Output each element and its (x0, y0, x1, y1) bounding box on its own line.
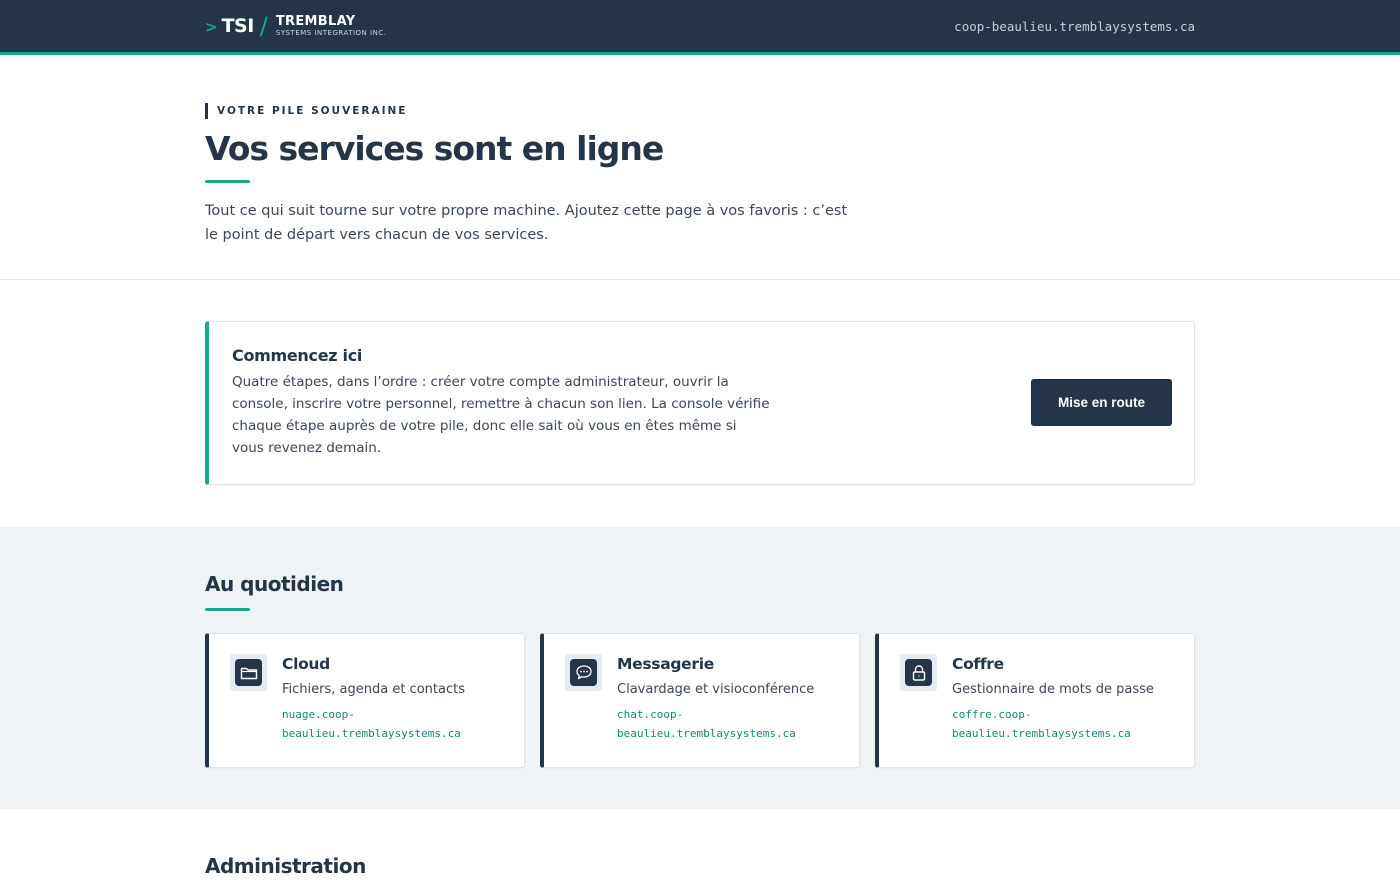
lock-icon (900, 654, 937, 691)
administration-section-title: Administration (205, 854, 366, 878)
title-accent-rule (205, 180, 250, 183)
service-card-title: Cloud (282, 655, 330, 673)
service-card-url[interactable]: coffre.coop-beaulieu.tremblaysystems.ca (952, 705, 1152, 743)
host-name: coop-beaulieu.tremblaysystems.ca (954, 18, 1195, 34)
daily-services-section: Au quotidien Cloud Fichiers, agenda et c… (0, 527, 1400, 809)
brand-short-name: TSI (221, 15, 255, 37)
service-card-title: Coffre (952, 655, 1004, 673)
eyebrow-label: VOTRE PILE SOUVERAINE (205, 103, 1195, 119)
start-here-text: Quatre étapes, dans l’ordre : créer votr… (232, 374, 770, 456)
service-card-description: Gestionnaire de mots de passe (952, 682, 1154, 697)
folder-icon (230, 654, 267, 691)
administration-section: Administration (0, 809, 1400, 880)
daily-accent-rule (205, 608, 250, 611)
start-section: Commencez ici Quatre étapes, dans l’ordr… (0, 280, 1400, 527)
daily-section-title: Au quotidien (205, 572, 344, 596)
service-card-url[interactable]: chat.coop-beaulieu.tremblaysystems.ca (617, 705, 817, 743)
service-card-description: Fichiers, agenda et contacts (282, 682, 465, 697)
service-card-title: Messagerie (617, 655, 714, 673)
hero-intro-text: Tout ce qui suit tourne sur votre propre… (205, 203, 848, 243)
get-started-button[interactable]: Mise en route (1031, 379, 1172, 426)
start-here-card: Commencez ici Quatre étapes, dans l’ordr… (205, 321, 1195, 485)
brand-chevron-icon: > (205, 17, 218, 36)
service-card-coffre[interactable]: Coffre Gestionnaire de mots de passe cof… (875, 633, 1195, 768)
brand-slash: / (259, 12, 268, 40)
hero-section: VOTRE PILE SOUVERAINE Vos services sont … (0, 55, 1400, 280)
brand-subtitle: SYSTEMS INTEGRATION INC. (275, 29, 387, 37)
top-bar: > TSI / TREMBLAY SYSTEMS INTEGRATION INC… (0, 0, 1400, 55)
brand-logo[interactable]: > TSI / TREMBLAY SYSTEMS INTEGRATION INC… (205, 12, 386, 40)
service-card-cloud[interactable]: Cloud Fichiers, agenda et contacts nuage… (205, 633, 525, 768)
service-card-messagerie[interactable]: Messagerie Clavardage et visioconférence… (540, 633, 860, 768)
chat-bubble-icon (565, 654, 602, 691)
brand-name: TREMBLAY (275, 14, 356, 29)
service-cards: Cloud Fichiers, agenda et contacts nuage… (205, 633, 1195, 768)
service-card-url[interactable]: nuage.coop-beaulieu.tremblaysystems.ca (282, 705, 482, 743)
page-title: Vos services sont en ligne (205, 129, 664, 168)
start-here-title: Commencez ici (232, 346, 363, 365)
service-card-description: Clavardage et visioconférence (617, 682, 815, 697)
